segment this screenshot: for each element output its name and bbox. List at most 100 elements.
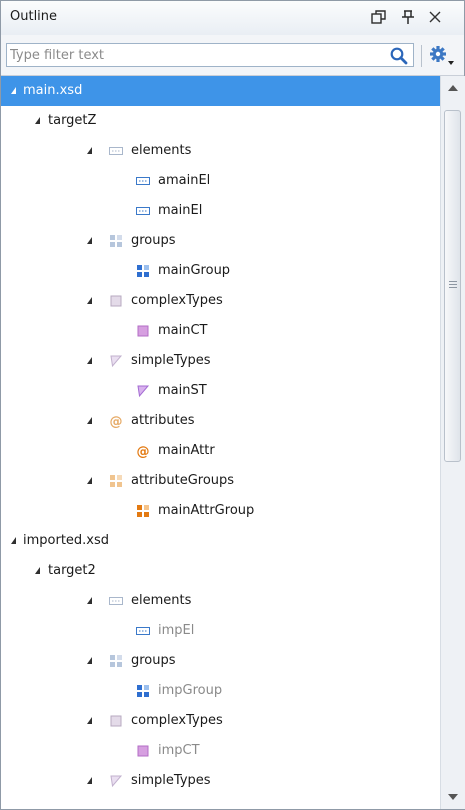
- expand-toggle-icon[interactable]: [11, 537, 16, 544]
- tree-row[interactable]: target2: [1, 556, 440, 586]
- tree-row[interactable]: @ attributes: [1, 406, 440, 436]
- tree-row[interactable]: impGroup: [1, 676, 440, 706]
- tree-row-label: complexTypes: [131, 713, 223, 728]
- tree-row[interactable]: amainEl: [1, 166, 440, 196]
- expand-toggle-icon[interactable]: [11, 87, 16, 94]
- tree-row-label: mainAttr: [158, 443, 215, 458]
- vertical-scrollbar[interactable]: [440, 76, 465, 809]
- element-icon: [135, 203, 151, 219]
- pin-icon[interactable]: [398, 7, 418, 27]
- simple-types-folder-icon: [108, 353, 124, 369]
- tree-row[interactable]: mainCT: [1, 316, 440, 346]
- expand-toggle-icon[interactable]: [35, 117, 40, 124]
- outline-panel: Outline Type filter text main.xsd target…: [0, 0, 465, 810]
- tree-row-label: mainCT: [158, 323, 208, 338]
- scroll-thumb[interactable]: [444, 110, 461, 462]
- complex-type-icon: [135, 743, 151, 759]
- tree-row-label: groups: [131, 233, 176, 248]
- toolbar-divider: [421, 45, 422, 67]
- expand-toggle-icon[interactable]: [87, 147, 92, 154]
- complex-type-icon: [135, 323, 151, 339]
- tree-row-label: elements: [131, 593, 192, 608]
- expand-toggle-icon[interactable]: [87, 717, 92, 724]
- tree-row[interactable]: complexTypes: [1, 706, 440, 736]
- tree-row-label: mainAttrGroup: [158, 503, 255, 518]
- expand-toggle-icon[interactable]: [35, 567, 40, 574]
- simple-types-folder-icon: [108, 773, 124, 789]
- tree-row-label: attributes: [131, 413, 195, 428]
- tree-row[interactable]: simpleTypes: [1, 346, 440, 376]
- expand-toggle-icon[interactable]: [87, 777, 92, 784]
- tree-row-label: elements: [131, 143, 192, 158]
- settings-gear-icon[interactable]: [427, 43, 457, 69]
- tree-row-label: groups: [131, 653, 176, 668]
- tree-row-label: mainGroup: [158, 263, 231, 278]
- expand-toggle-icon[interactable]: [87, 657, 92, 664]
- element-icon: [135, 623, 151, 639]
- expand-toggle-icon[interactable]: [87, 357, 92, 364]
- tree-row[interactable]: attributeGroups: [1, 466, 440, 496]
- search-icon[interactable]: [389, 46, 409, 66]
- tree-row-label: impEl: [158, 623, 195, 638]
- thumb-grip: [449, 287, 457, 288]
- tree-row[interactable]: main.xsd: [1, 76, 440, 106]
- attribute-group-icon: [135, 503, 151, 519]
- tree-row[interactable]: groups: [1, 646, 440, 676]
- tree-row[interactable]: imported.xsd: [1, 526, 440, 556]
- tree-row-label: target2: [48, 563, 96, 578]
- complex-types-folder-icon: [108, 713, 124, 729]
- tree-row-label: impGroup: [158, 683, 223, 698]
- scroll-down-arrow-icon[interactable]: [448, 794, 458, 800]
- attribute-groups-folder-icon: [108, 473, 124, 489]
- tree-row[interactable]: simpleTypes: [1, 766, 440, 796]
- attributes-folder-icon: @: [108, 413, 124, 430]
- tree-row-label: imported.xsd: [23, 533, 110, 548]
- group-icon: [135, 263, 151, 279]
- tree-row[interactable]: mainST: [1, 376, 440, 406]
- tree-row-label: mainST: [158, 383, 207, 398]
- thumb-grip: [449, 284, 457, 285]
- tree-row-label: targetZ: [48, 113, 97, 128]
- expand-toggle-icon[interactable]: [87, 417, 92, 424]
- tree-row[interactable]: mainAttrGroup: [1, 496, 440, 526]
- element-icon: [135, 173, 151, 189]
- groups-folder-icon: [108, 653, 124, 669]
- outline-tree: main.xsd targetZ elements amainEl mainEl grou…: [1, 76, 440, 809]
- expand-toggle-icon[interactable]: [87, 297, 92, 304]
- title-bar: Outline: [1, 1, 464, 36]
- tree-row-label: simpleTypes: [131, 353, 211, 368]
- svg-text:@: @: [110, 415, 123, 430]
- restore-icon[interactable]: [369, 7, 389, 27]
- filter-bar: [1, 35, 464, 76]
- tree-row-label: simpleTypes: [131, 773, 211, 788]
- tree-row[interactable]: mainEl: [1, 196, 440, 226]
- tree-row[interactable]: mainGroup: [1, 256, 440, 286]
- elements-folder-icon: [108, 143, 124, 159]
- elements-folder-icon: [108, 593, 124, 609]
- svg-text:@: @: [137, 445, 150, 460]
- groups-folder-icon: [108, 233, 124, 249]
- tree-row-label: amainEl: [158, 173, 211, 188]
- filter-input[interactable]: [10, 46, 380, 64]
- tree-row-label: mainEl: [158, 203, 203, 218]
- expand-toggle-icon[interactable]: [87, 477, 92, 484]
- expand-toggle-icon[interactable]: [87, 597, 92, 604]
- close-icon[interactable]: [425, 7, 445, 27]
- tree-row[interactable]: @ mainAttr: [1, 436, 440, 466]
- tree-row[interactable]: impEl: [1, 616, 440, 646]
- panel-title: Outline: [10, 9, 58, 24]
- complex-types-folder-icon: [108, 293, 124, 309]
- tree-row-label: main.xsd: [23, 83, 83, 98]
- tree-row[interactable]: groups: [1, 226, 440, 256]
- tree-row[interactable]: elements: [1, 136, 440, 166]
- simple-type-icon: [135, 383, 151, 399]
- scroll-up-arrow-icon[interactable]: [448, 85, 458, 91]
- tree-row[interactable]: impCT: [1, 736, 440, 766]
- attribute-icon: @: [135, 443, 151, 460]
- tree-row[interactable]: complexTypes: [1, 286, 440, 316]
- thumb-grip: [449, 281, 457, 282]
- tree-row[interactable]: targetZ: [1, 106, 440, 136]
- expand-toggle-icon[interactable]: [87, 237, 92, 244]
- group-icon: [135, 683, 151, 699]
- tree-row[interactable]: elements: [1, 586, 440, 616]
